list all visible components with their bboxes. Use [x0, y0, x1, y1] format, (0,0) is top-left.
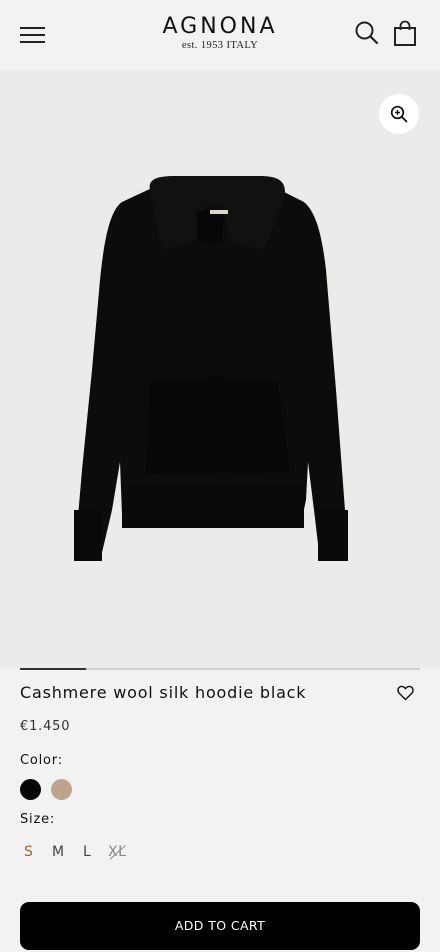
shopping-bag-icon[interactable] — [393, 20, 421, 48]
size-option-m[interactable]: M — [52, 844, 65, 860]
color-label: Color: — [20, 753, 63, 768]
size-label: Size: — [20, 812, 56, 827]
add-to-cart-button[interactable]: ADD TO CART — [20, 902, 420, 950]
product-image — [74, 176, 348, 561]
heart-outline-icon[interactable] — [397, 685, 415, 703]
color-swatch-black[interactable] — [20, 779, 41, 800]
product-title: Cashmere wool silk hoodie black — [20, 683, 307, 702]
size-option-xl[interactable]: XL — [108, 844, 126, 860]
site-header: AGNONA est. 1953 ITALY — [0, 0, 440, 70]
size-option-l-label: L — [83, 844, 92, 860]
gallery-progress-bar — [20, 668, 420, 670]
product-price: €1.450 — [20, 719, 71, 734]
color-swatch-beige[interactable] — [51, 779, 72, 800]
size-option-s[interactable]: S — [24, 844, 33, 860]
product-image-gallery[interactable] — [0, 70, 440, 668]
zoom-in-icon[interactable] — [379, 94, 419, 134]
size-option-l[interactable]: L — [83, 844, 91, 860]
search-icon[interactable] — [354, 20, 382, 48]
gallery-progress-fill — [20, 668, 86, 670]
